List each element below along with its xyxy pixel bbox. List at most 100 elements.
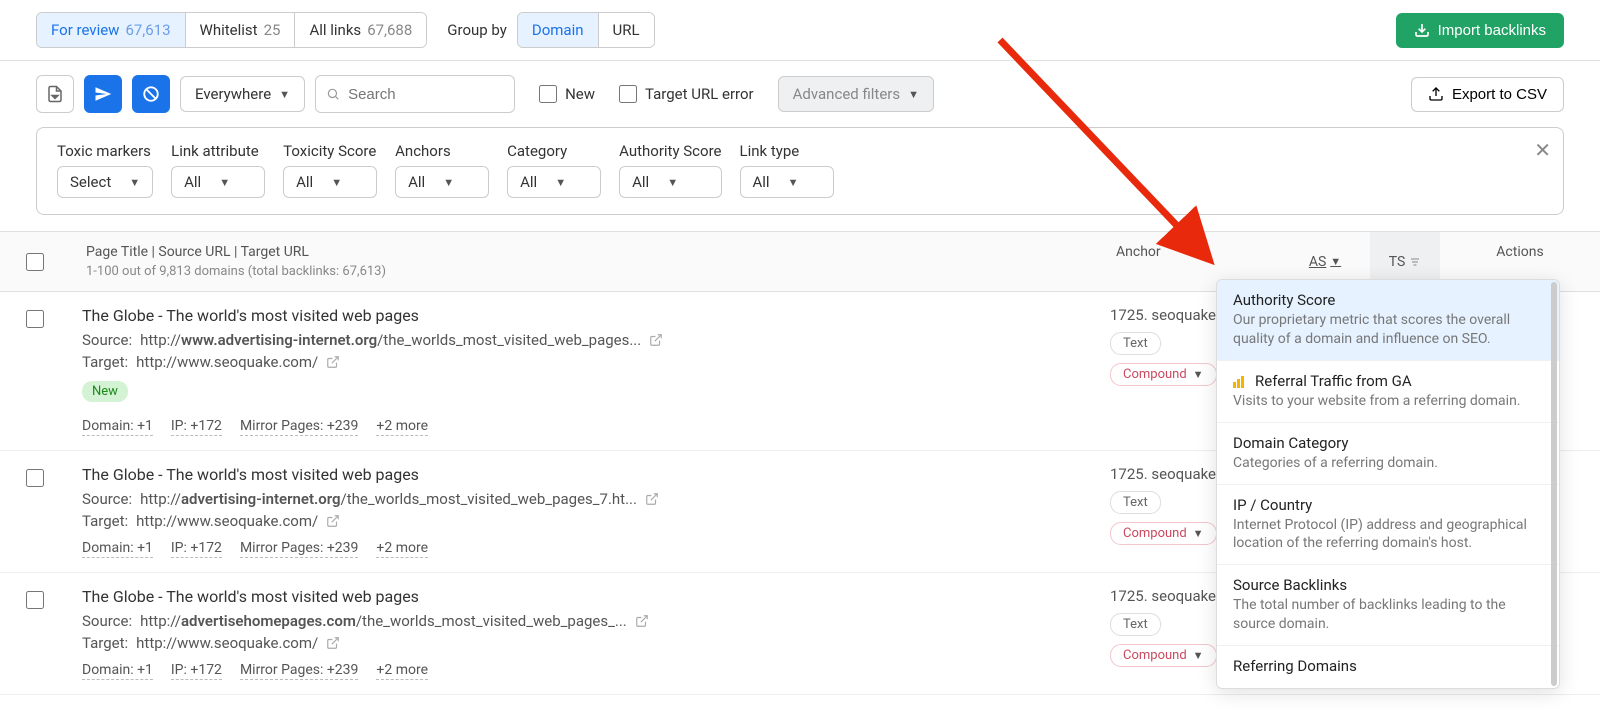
target-err-checkbox[interactable] (619, 85, 637, 103)
dropdown-item[interactable]: Authority ScoreOur proprietary metric th… (1217, 280, 1559, 361)
tab-all-links[interactable]: All links 67,688 (295, 13, 426, 47)
import-label: Import backlinks (1438, 22, 1546, 39)
groupby-url[interactable]: URL (599, 13, 654, 47)
dropdown-item[interactable]: IP / CountryInternet Protocol (IP) addre… (1217, 485, 1559, 566)
source-label: Source: (82, 612, 132, 630)
row-checkbox[interactable] (26, 469, 44, 487)
target-url[interactable]: http://www.seoquake.com/ (136, 634, 318, 652)
filter-link-attribute[interactable]: All▼ (171, 166, 265, 198)
review-tabs: For review 67,613 Whitelist 25 All links… (36, 12, 427, 48)
external-link-icon[interactable] (326, 636, 340, 650)
chevron-down-icon: ▼ (129, 176, 140, 189)
meta-ip[interactable]: IP: +172 (171, 662, 222, 680)
header-main-text: Page Title | Source URL | Target URL (86, 244, 1084, 260)
groupby-domain[interactable]: Domain (518, 13, 599, 47)
row-title: The Globe - The world's most visited web… (82, 306, 1100, 325)
tab-count: 67,688 (367, 21, 412, 39)
meta-more[interactable]: +2 more (376, 418, 428, 436)
target-url[interactable]: http://www.seoquake.com/ (136, 512, 318, 530)
meta-more[interactable]: +2 more (376, 662, 428, 680)
scrollbar[interactable] (1551, 282, 1557, 686)
meta-mirror[interactable]: Mirror Pages: +239 (240, 662, 358, 680)
dropdown-item[interactable]: Referring Domains (1217, 646, 1559, 688)
send-button[interactable] (84, 75, 122, 113)
meta-domain[interactable]: Domain: +1 (82, 418, 153, 436)
external-link-icon[interactable] (649, 333, 663, 347)
meta-domain[interactable]: Domain: +1 (82, 662, 153, 680)
external-link-icon[interactable] (326, 355, 340, 369)
move-to-list-button[interactable] (36, 75, 74, 113)
target-url-error-checkbox[interactable]: Target URL error (619, 85, 754, 103)
toolbar: Everywhere ▼ New Target URL error Advanc… (0, 61, 1600, 127)
tag-compound[interactable]: Compound ▼ (1110, 522, 1217, 545)
tab-whitelist[interactable]: Whitelist 25 (186, 13, 296, 47)
meta-mirror[interactable]: Mirror Pages: +239 (240, 418, 358, 436)
dropdown-item[interactable]: Source BacklinksThe total number of back… (1217, 565, 1559, 646)
filter-toxicity-score[interactable]: All▼ (283, 166, 377, 198)
close-icon[interactable]: ✕ (1534, 138, 1551, 162)
meta-mirror[interactable]: Mirror Pages: +239 (240, 540, 358, 558)
source-label: Source: (82, 490, 132, 508)
row-checkbox[interactable] (26, 310, 44, 328)
advanced-filters-button[interactable]: Advanced filters ▼ (778, 76, 934, 112)
dd-desc-text: Categories of a referring domain. (1233, 454, 1543, 473)
chevron-down-icon: ▼ (1193, 649, 1204, 662)
dd-desc-text: Visits to your website from a referring … (1233, 392, 1543, 411)
target-err-label: Target URL error (645, 85, 754, 103)
meta-ip[interactable]: IP: +172 (171, 540, 222, 558)
group-by: Group by Domain URL (447, 12, 654, 48)
tag-text: Text (1110, 491, 1161, 514)
filter-label-anchors: Anchors (395, 142, 489, 160)
new-label: New (565, 85, 595, 103)
tag-compound[interactable]: Compound ▼ (1110, 363, 1217, 386)
filter-label-toxscore: Toxicity Score (283, 142, 377, 160)
chevron-down-icon: ▼ (788, 176, 799, 189)
ts-label: TS (1389, 254, 1406, 270)
filter-label-linkattr: Link attribute (171, 142, 265, 160)
top-bar: For review 67,613 Whitelist 25 All links… (0, 0, 1600, 61)
tab-label: All links (309, 21, 361, 39)
new-checkbox[interactable] (539, 85, 557, 103)
dd-desc-text: Our proprietary metric that scores the o… (1233, 311, 1543, 349)
filter-anchors[interactable]: All▼ (395, 166, 489, 198)
filter-label-toxic: Toxic markers (57, 142, 153, 160)
filter-link-type[interactable]: All▼ (740, 166, 834, 198)
tag-compound[interactable]: Compound ▼ (1110, 644, 1217, 667)
search-input[interactable] (348, 86, 504, 103)
meta-ip[interactable]: IP: +172 (171, 418, 222, 436)
source-url[interactable]: http://advertisehomepages.com/the_worlds… (140, 612, 627, 630)
filter-label-linktype: Link type (740, 142, 834, 160)
filter-toxic-markers[interactable]: Select▼ (57, 166, 153, 198)
target-url[interactable]: http://www.seoquake.com/ (136, 353, 318, 371)
export-csv-button[interactable]: Export to CSV (1411, 77, 1564, 112)
source-url[interactable]: http://advertising-internet.org/the_worl… (140, 490, 637, 508)
select-all-checkbox[interactable] (26, 253, 44, 271)
external-link-icon[interactable] (645, 492, 659, 506)
dd-desc-text: Internet Protocol (IP) address and geogr… (1233, 516, 1543, 554)
meta-more[interactable]: +2 more (376, 540, 428, 558)
tab-label: Whitelist (200, 21, 258, 39)
block-button[interactable] (132, 75, 170, 113)
import-backlinks-button[interactable]: Import backlinks (1396, 13, 1564, 48)
external-link-icon[interactable] (635, 614, 649, 628)
document-export-icon (46, 85, 64, 103)
tab-count: 25 (264, 21, 281, 39)
chevron-down-icon: ▼ (667, 176, 678, 189)
meta-domain[interactable]: Domain: +1 (82, 540, 153, 558)
scope-dropdown[interactable]: Everywhere ▼ (180, 76, 305, 112)
target-label: Target: (82, 512, 128, 530)
search-wrap (315, 75, 515, 113)
dropdown-item[interactable]: Referral Traffic from GAVisits to your w… (1217, 361, 1559, 423)
tab-for-review[interactable]: For review 67,613 (37, 13, 186, 47)
filter-category[interactable]: All▼ (507, 166, 601, 198)
target-label: Target: (82, 353, 128, 371)
dropdown-item[interactable]: Domain CategoryCategories of a referring… (1217, 423, 1559, 485)
external-link-icon[interactable] (326, 514, 340, 528)
source-url[interactable]: http://www.advertising-internet.org/the_… (140, 331, 641, 349)
filter-authority-score[interactable]: All▼ (619, 166, 721, 198)
new-filter-checkbox[interactable]: New (539, 85, 595, 103)
tab-label: For review (51, 21, 119, 39)
row-checkbox[interactable] (26, 591, 44, 609)
chevron-down-icon: ▼ (279, 88, 290, 101)
chevron-down-icon: ▼ (1193, 527, 1204, 540)
